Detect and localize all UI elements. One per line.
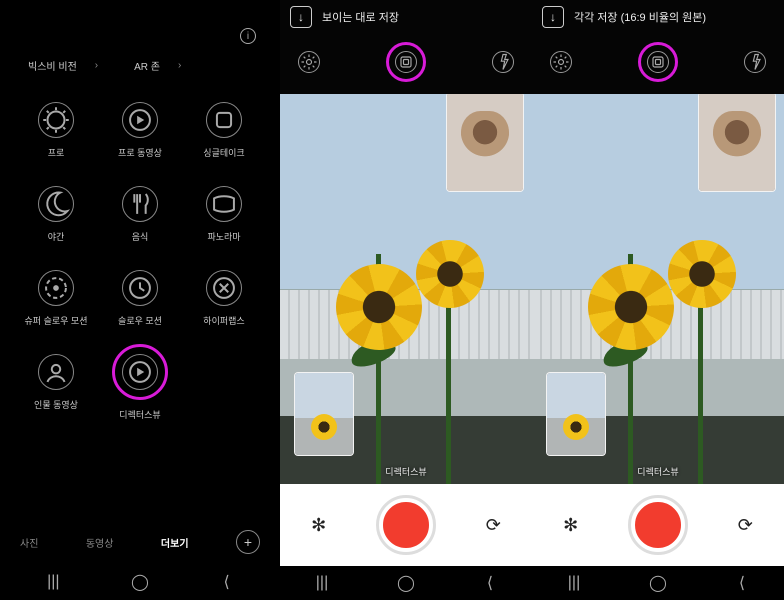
info-icon[interactable]: i [240,28,256,44]
download-icon[interactable]: ↓ [290,6,312,28]
mode-label: 싱글테이크 [203,146,244,159]
mode-label: 프로 [48,146,65,159]
pip-front-camera[interactable] [698,94,776,192]
effects-button[interactable]: ✻ [554,508,588,542]
camera-modes-panel: i 빅스비 비전 › AR 존 › 프로 프로 동영상 싱글테이크 야간 [0,0,280,600]
caption-text: 각각 저장 (16:9 비율의 원본) [574,9,706,25]
camera-panel-2: ↓ 각각 저장 (16:9 비율의 원본) 전후면 16:9 동영상 각각 저장… [532,0,784,600]
nav-back-icon[interactable]: ⟨ [732,573,752,593]
viewfinder-mode-label: 디렉터스뷰 [637,465,678,478]
switch-camera-button[interactable]: ⟳ [476,508,510,542]
highlight-ring-icon [638,42,678,82]
chevron-right-icon: › [95,60,98,71]
camera-panel-1: ↓ 보이는 대로 저장 디렉터스뷰 ✻ ⟳ ||| ◯ ⟨ [280,0,532,600]
mode-grid: 프로 프로 동영상 싱글테이크 야간 음식 파노라마 슈퍼 슬로우 모션 슬로 [10,87,270,519]
mode-food[interactable]: 음식 [100,175,180,253]
flower-stem [698,294,703,484]
tab-photo[interactable]: 사진 [20,535,38,550]
settings-icon[interactable] [298,51,320,73]
mode-label: 인물 동영상 [34,398,78,411]
tab-video[interactable]: 동영상 [86,535,114,550]
camera-controls: ✻ ⟳ [532,484,784,566]
camera-top-bar [532,32,784,88]
mode-label: 음식 [132,230,149,243]
nav-back-icon[interactable]: ⟨ [217,572,237,592]
tab-label: 빅스비 비전 [28,58,77,73]
save-mode-toggle-icon[interactable] [647,51,669,73]
mode-night[interactable]: 야간 [16,175,96,253]
switch-camera-button[interactable]: ⟳ [728,508,762,542]
tab-ar-zone[interactable]: AR 존 › [134,58,181,73]
mode-slowmo[interactable]: 슬로우 모션 [100,259,180,337]
nav-home-icon[interactable]: ◯ [648,573,668,593]
mode-hyperlapse[interactable]: 하이퍼랩스 [184,259,264,337]
tab-more[interactable]: 더보기 [161,535,189,550]
add-mode-button[interactable]: + [236,530,260,554]
camera-controls: ✻ ⟳ [280,484,532,566]
mode-label: 슬로우 모션 [118,314,162,327]
sunflower [336,264,422,350]
viewfinder[interactable]: 디렉터스뷰 [532,94,784,484]
feature-tabs: 빅스비 비전 › AR 존 › [10,52,270,87]
flower-stem [446,294,451,484]
mode-label: 슈퍼 슬로우 모션 [25,314,88,327]
mode-label: 파노라마 [207,230,240,243]
nav-recent-icon[interactable]: ||| [312,574,332,592]
nav-back-icon[interactable]: ⟨ [480,573,500,593]
nav-home-icon[interactable]: ◯ [396,573,416,593]
android-navbar: ||| ◯ ⟨ [280,566,532,600]
highlight-ring-icon [386,42,426,82]
flash-icon[interactable] [744,51,766,73]
caption-text: 보이는 대로 저장 [322,9,399,25]
effects-button[interactable]: ✻ [302,508,336,542]
flash-icon[interactable] [492,51,514,73]
chevron-right-icon: › [178,60,181,71]
mode-super-slowmo[interactable]: 슈퍼 슬로우 모션 [16,259,96,337]
highlight-ring-icon [112,344,168,400]
settings-icon[interactable] [550,51,572,73]
sunflower [668,240,736,308]
mode-directors-view[interactable]: 디렉터스뷰 [100,343,180,421]
caption-row: ↓ 보이는 대로 저장 [280,0,532,32]
mode-single-take[interactable]: 싱글테이크 [184,91,264,169]
mode-label: 하이퍼랩스 [203,314,244,327]
mode-portrait-video[interactable]: 인물 동영상 [16,343,96,421]
android-navbar: ||| ◯ ⟨ [532,566,784,600]
nav-recent-icon[interactable]: ||| [564,574,584,592]
android-navbar: ||| ◯ ⟨ [10,564,270,600]
mode-label: 야간 [48,230,65,243]
mode-pro-video[interactable]: 프로 동영상 [100,91,180,169]
viewfinder-mode-label: 디렉터스뷰 [385,465,426,478]
nav-home-icon[interactable]: ◯ [130,572,150,592]
bottom-mode-tabs: 사진 동영상 더보기 + [10,519,270,564]
nav-recent-icon[interactable]: ||| [43,573,63,591]
caption-row: ↓ 각각 저장 (16:9 비율의 원본) [532,0,784,32]
mode-label: 프로 동영상 [118,146,162,159]
mode-pro[interactable]: 프로 [16,91,96,169]
tab-label: AR 존 [134,58,160,73]
sunflower [588,264,674,350]
download-icon[interactable]: ↓ [542,6,564,28]
sunflower [416,240,484,308]
record-button[interactable] [379,498,433,552]
tab-bixby-vision[interactable]: 빅스비 비전 › [28,58,98,73]
pip-thumbnail[interactable] [294,372,354,456]
viewfinder[interactable]: 디렉터스뷰 [280,94,532,484]
pip-thumbnail[interactable] [546,372,606,456]
mode-panorama[interactable]: 파노라마 [184,175,264,253]
mode-label: 디렉터스뷰 [119,408,160,421]
camera-top-bar [280,32,532,88]
save-mode-toggle-icon[interactable] [395,51,417,73]
record-button[interactable] [631,498,685,552]
top-bar: i [10,28,270,52]
pip-front-camera[interactable] [446,94,524,192]
